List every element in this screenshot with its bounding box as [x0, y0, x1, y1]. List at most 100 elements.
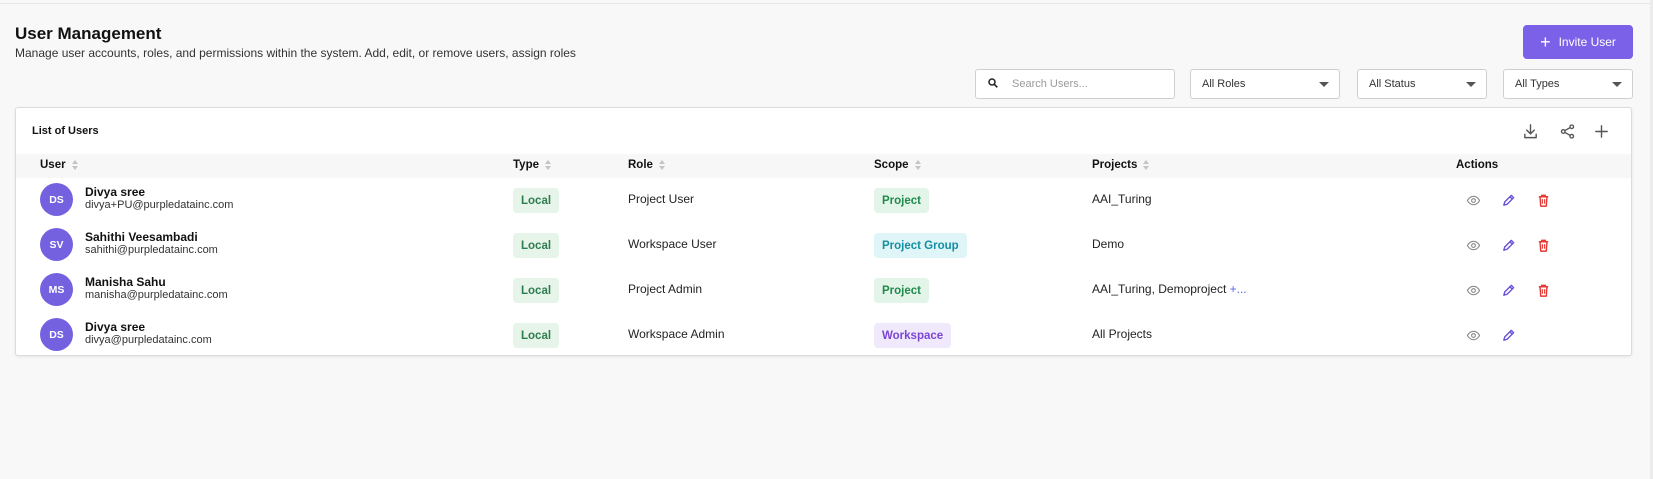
delete-button[interactable]	[1533, 235, 1553, 255]
column-header-label: Type	[513, 159, 539, 171]
projects-text: All Projects	[1092, 327, 1152, 341]
column-header-role[interactable]: Role	[628, 159, 665, 171]
user-name: Sahithi Veesambadi	[85, 230, 198, 244]
search-box[interactable]	[975, 69, 1175, 99]
delete-button[interactable]	[1533, 190, 1553, 210]
table-header: User Type Role Scope Projects Actions	[16, 154, 1631, 178]
projects-list: AAI_Turing, Demoproject	[1092, 282, 1227, 296]
role-text: Project Admin	[628, 282, 703, 296]
type-badge: Local	[513, 278, 560, 303]
table-row: DS Divya sree divya+PU@purpledatainc.com…	[16, 178, 1631, 222]
user-email: divya@purpledatainc.com	[85, 334, 212, 346]
projects-list: AAI_Turing	[1092, 192, 1152, 206]
eye-icon	[1466, 330, 1480, 340]
sort-icon	[71, 160, 78, 170]
page-subtitle: Manage user accounts, roles, and permiss…	[15, 46, 576, 60]
chevron-down-icon	[1466, 81, 1476, 87]
types-filter-select[interactable]: All Types	[1503, 69, 1633, 99]
plus-icon: +	[1540, 32, 1551, 52]
sort-icon	[1143, 160, 1150, 170]
eye-icon	[1466, 195, 1480, 205]
avatar: SV	[40, 228, 73, 261]
users-card: List of Users User Type Role Scope Proje…	[15, 107, 1632, 356]
top-divider	[0, 3, 1653, 4]
chevron-down-icon	[1612, 81, 1622, 87]
search-input[interactable]	[1012, 78, 1162, 90]
column-header-type[interactable]: Type	[513, 159, 551, 171]
invite-user-button[interactable]: + Invite User	[1523, 25, 1633, 59]
scope-badge: Project	[874, 188, 929, 213]
user-email: divya+PU@purpledatainc.com	[85, 199, 234, 211]
edit-button[interactable]	[1498, 190, 1518, 210]
scope-badge: Project	[874, 278, 929, 303]
scope-badge: Workspace	[874, 323, 952, 348]
avatar: DS	[40, 318, 73, 351]
status-filter-select[interactable]: All Status	[1357, 69, 1487, 99]
eye-icon	[1466, 240, 1480, 250]
trash-icon	[1538, 239, 1548, 252]
role-text: Project User	[628, 192, 695, 206]
projects-list: Demo	[1092, 237, 1125, 251]
card-title: List of Users	[32, 125, 99, 137]
roles-filter-value: All Roles	[1202, 78, 1246, 90]
view-button[interactable]	[1463, 280, 1483, 300]
sort-icon	[914, 160, 921, 170]
share-icon	[1560, 123, 1574, 139]
edit-button[interactable]	[1498, 280, 1518, 300]
user-email: manisha@purpledatainc.com	[85, 289, 228, 301]
column-header-projects[interactable]: Projects	[1092, 159, 1150, 171]
trash-icon	[1538, 284, 1548, 297]
type-badge: Local	[513, 188, 560, 213]
type-badge: Local	[513, 233, 560, 258]
status-filter-value: All Status	[1369, 78, 1416, 90]
download-icon	[1523, 123, 1537, 138]
type-badge: Local	[513, 323, 560, 348]
types-filter-value: All Types	[1515, 78, 1560, 90]
table-row: SV Sahithi Veesambadi sahithi@purpledata…	[16, 223, 1631, 267]
view-button[interactable]	[1463, 235, 1483, 255]
edit-button[interactable]	[1498, 325, 1518, 345]
plus-icon	[1594, 124, 1608, 138]
scope-badge: Project Group	[874, 233, 967, 258]
share-button[interactable]	[1557, 121, 1577, 141]
sort-icon	[545, 160, 551, 170]
column-header-label: Projects	[1092, 159, 1138, 171]
user-name: Divya sree	[85, 320, 146, 334]
avatar: MS	[40, 273, 73, 306]
column-header-label: Actions	[1456, 159, 1499, 171]
table-row: DS Divya sree divya@purpledatainc.com Lo…	[16, 313, 1631, 357]
view-button[interactable]	[1463, 325, 1483, 345]
pencil-icon	[1502, 329, 1514, 341]
projects-text: Demo	[1092, 237, 1124, 251]
user-name: Divya sree	[85, 185, 146, 199]
user-name: Manisha Sahu	[85, 275, 166, 289]
user-email: sahithi@purpledatainc.com	[85, 244, 218, 256]
add-button[interactable]	[1591, 121, 1611, 141]
eye-icon	[1466, 285, 1480, 295]
pencil-icon	[1502, 239, 1514, 251]
column-header-user[interactable]: User	[40, 159, 78, 171]
column-header-label: Role	[628, 159, 653, 171]
avatar: DS	[40, 183, 73, 216]
role-text: Workspace Admin	[628, 327, 725, 341]
delete-button[interactable]	[1533, 280, 1553, 300]
invite-user-label: Invite User	[1558, 35, 1616, 49]
pencil-icon	[1502, 194, 1514, 206]
pencil-icon	[1502, 284, 1514, 296]
download-button[interactable]	[1520, 121, 1540, 141]
edit-button[interactable]	[1498, 235, 1518, 255]
trash-icon	[1538, 194, 1548, 207]
chevron-down-icon	[1319, 81, 1329, 87]
projects-text: AAI_Turing, Demoproject +...	[1092, 282, 1247, 296]
column-header-actions: Actions	[1456, 159, 1498, 171]
column-header-label: User	[40, 159, 66, 171]
roles-filter-select[interactable]: All Roles	[1190, 69, 1340, 99]
sort-icon	[658, 160, 665, 170]
view-button[interactable]	[1463, 190, 1483, 210]
role-text: Workspace User	[628, 237, 717, 251]
projects-text: AAI_Turing	[1092, 192, 1152, 206]
column-header-scope[interactable]: Scope	[874, 159, 921, 171]
projects-list: All Projects	[1092, 327, 1153, 341]
page-title: User Management	[15, 24, 162, 43]
projects-more-link[interactable]: +...	[1230, 282, 1247, 296]
